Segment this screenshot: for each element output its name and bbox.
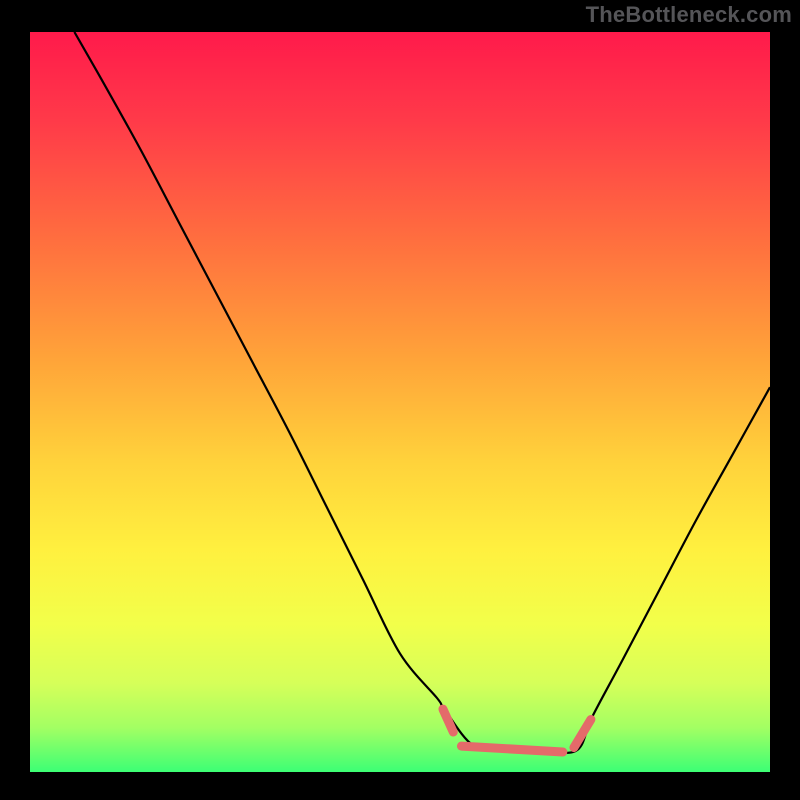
watermark-text: TheBottleneck.com bbox=[586, 2, 792, 28]
plot-area bbox=[30, 32, 770, 772]
chart-svg bbox=[30, 32, 770, 772]
gradient-background bbox=[30, 32, 770, 772]
chart-container: TheBottleneck.com bbox=[0, 0, 800, 800]
highlight-segment bbox=[461, 746, 562, 752]
